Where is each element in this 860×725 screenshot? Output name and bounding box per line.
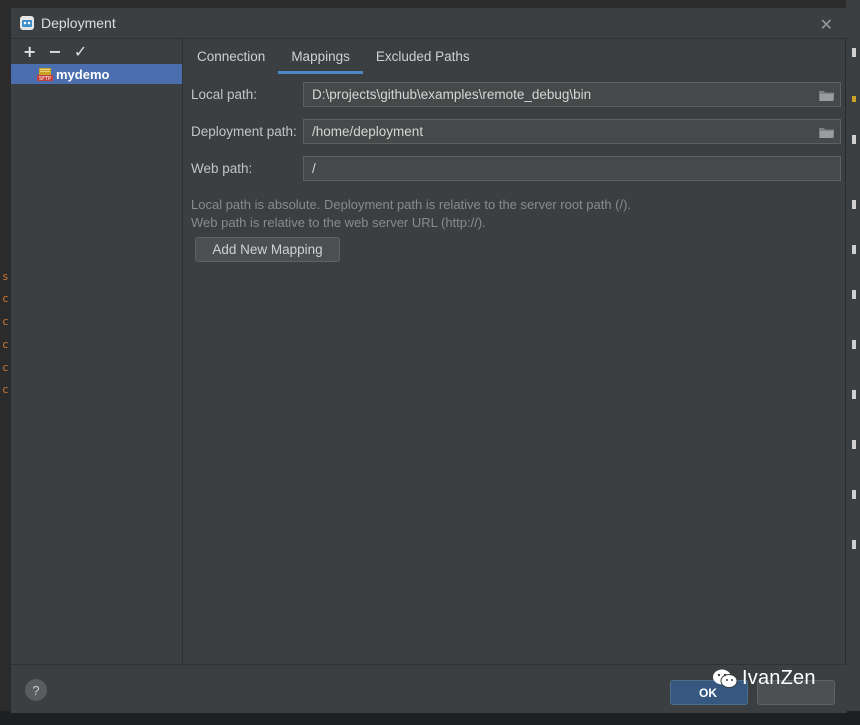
web-path-row: Web path: /	[191, 155, 841, 181]
browse-folder-icon[interactable]	[819, 126, 834, 138]
background-marker	[852, 135, 856, 144]
hint-line-1: Local path is absolute. Deployment path …	[191, 197, 632, 212]
background-glyph: c	[2, 361, 9, 374]
watermark-text: IvanZen	[742, 667, 816, 689]
background-marker	[852, 490, 856, 499]
help-button[interactable]: ?	[25, 679, 47, 701]
background-marker	[852, 340, 856, 349]
deployment-path-row: Deployment path: /home/deployment	[191, 118, 841, 144]
background-marker	[852, 245, 856, 254]
local-path-row: Local path: D:\projects\github\examples\…	[191, 81, 841, 107]
background-editor-edge: s c c c c c	[0, 0, 10, 725]
background-marker	[852, 48, 856, 57]
remove-server-button[interactable]: −	[48, 43, 61, 60]
path-hint: Local path is absolute. Deployment path …	[191, 196, 631, 232]
local-path-value: D:\projects\github\examples\remote_debug…	[312, 86, 592, 102]
background-glyph: c	[2, 292, 9, 305]
mappings-form: Local path: D:\projects\github\examples\…	[191, 81, 841, 192]
server-list-panel: + − ✓ SFTP mydemo	[11, 39, 183, 664]
background-status-bar	[0, 711, 860, 725]
web-path-value: /	[312, 160, 316, 176]
settings-tabs: Connection Mappings Excluded Paths	[184, 39, 847, 74]
title-bar: Deployment ✕	[11, 8, 847, 39]
tab-mappings[interactable]: Mappings	[278, 39, 363, 74]
background-marker	[852, 440, 856, 449]
add-new-mapping-button[interactable]: Add New Mapping	[195, 237, 340, 262]
server-list-item[interactable]: SFTP mydemo	[11, 64, 182, 84]
background-scrollbar-strip	[846, 0, 860, 725]
hint-line-2: Web path is relative to the web server U…	[191, 215, 486, 230]
background-marker	[852, 96, 856, 102]
window-title: Deployment	[41, 15, 116, 31]
sftp-server-icon: SFTP	[37, 67, 53, 81]
wechat-icon	[713, 669, 738, 688]
svg-text:SFTP: SFTP	[39, 76, 51, 81]
web-path-label: Web path:	[191, 160, 253, 176]
set-default-button[interactable]: ✓	[74, 43, 87, 60]
deployment-path-field[interactable]: /home/deployment	[303, 118, 841, 144]
tab-excluded-paths[interactable]: Excluded Paths	[363, 39, 483, 74]
intellij-app-icon	[19, 15, 35, 31]
local-path-field[interactable]: D:\projects\github\examples\remote_debug…	[303, 81, 841, 107]
browse-folder-icon[interactable]	[819, 89, 834, 101]
close-icon[interactable]: ✕	[820, 15, 833, 34]
background-glyph: c	[2, 338, 9, 351]
background-glyph: c	[2, 383, 9, 396]
add-server-button[interactable]: +	[23, 43, 36, 60]
watermark: IvanZen	[712, 667, 816, 690]
web-path-field[interactable]: /	[303, 155, 841, 181]
background-glyph: c	[2, 315, 9, 328]
deployment-path-value: /home/deployment	[312, 123, 424, 139]
deployment-path-label: Deployment path:	[191, 123, 297, 139]
local-path-label: Local path:	[191, 86, 258, 102]
server-list-toolbar: + − ✓	[11, 39, 182, 64]
background-glyph: s	[2, 270, 9, 283]
server-name: mydemo	[56, 66, 110, 82]
background-marker	[852, 540, 856, 549]
tab-connection[interactable]: Connection	[184, 39, 278, 74]
deployment-dialog: Deployment ✕ + − ✓ SFTP mydemo Connectio…	[10, 7, 847, 713]
background-marker	[852, 290, 856, 299]
background-marker	[852, 390, 856, 399]
background-marker	[852, 200, 856, 209]
